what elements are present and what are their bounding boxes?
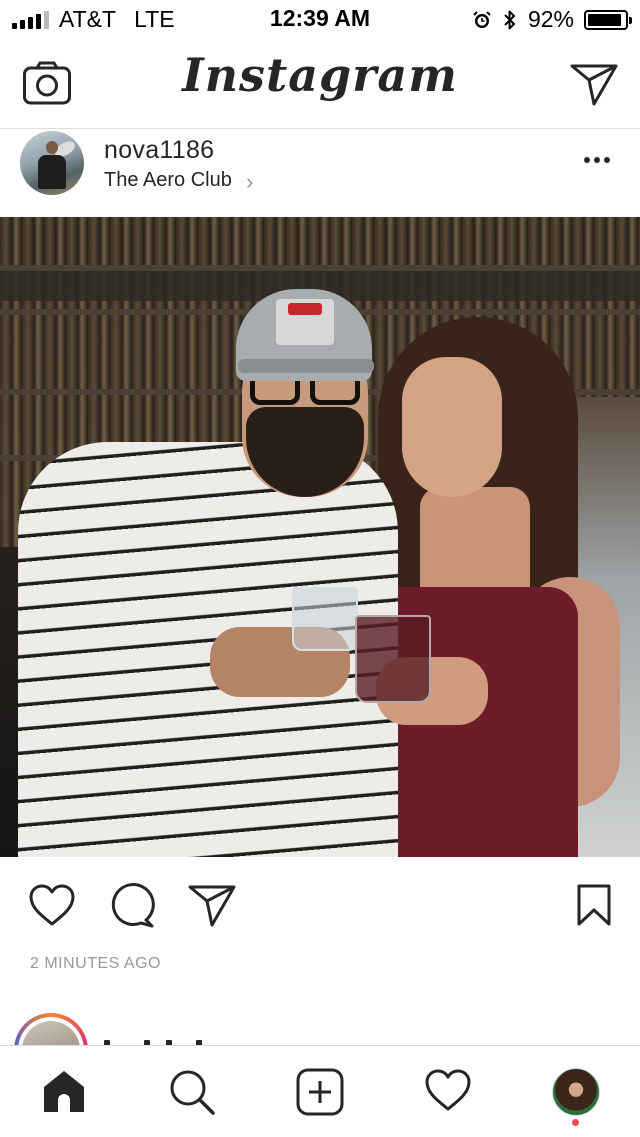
tab-search[interactable] — [168, 1068, 216, 1121]
post-timestamp: 2 MINUTES AGO — [30, 955, 161, 972]
profile-notification-dot — [572, 1119, 579, 1126]
home-icon — [44, 1071, 84, 1112]
bottom-tab-bar — [0, 1045, 640, 1137]
comment-button[interactable] — [108, 883, 156, 934]
direct-message-icon — [570, 64, 618, 106]
like-icon — [29, 884, 75, 926]
chevron-right-icon: › — [246, 169, 254, 194]
status-bar: AT&T LTE 12:39 AM 92% — [0, 0, 640, 40]
network-label: LTE — [134, 6, 175, 32]
bluetooth-icon — [504, 10, 515, 29]
tab-home[interactable] — [40, 1068, 88, 1119]
activity-icon — [425, 1069, 471, 1111]
more-options-icon[interactable] — [584, 157, 610, 163]
new-post-icon — [296, 1068, 344, 1116]
post-photo[interactable] — [0, 217, 640, 857]
battery-icon — [584, 9, 632, 30]
profile-avatar[interactable] — [552, 1068, 600, 1116]
tab-new-post[interactable] — [296, 1068, 344, 1121]
post-actions — [0, 857, 640, 953]
comment-icon — [111, 883, 155, 928]
save-icon — [577, 884, 611, 926]
like-button[interactable] — [28, 883, 76, 932]
share-icon — [188, 885, 236, 927]
post-username[interactable]: nova1186 — [104, 136, 214, 165]
direct-message-button[interactable] — [570, 62, 618, 111]
status-right: 92% — [472, 6, 632, 33]
user-avatar[interactable] — [20, 131, 84, 195]
post-location[interactable]: The Aero Club — [104, 169, 232, 192]
search-icon — [170, 1070, 215, 1115]
signal-icon — [12, 10, 49, 29]
alarm-icon — [473, 10, 491, 28]
app-header: Instagram — [0, 40, 640, 129]
post-header: nova1186 The Aero Club › — [0, 129, 640, 217]
instagram-logo: Instagram — [182, 48, 458, 102]
carrier-label: AT&T — [59, 6, 117, 32]
status-left: AT&T LTE — [12, 6, 175, 33]
battery-percent: 92% — [527, 6, 574, 32]
tab-activity[interactable] — [424, 1068, 472, 1117]
share-button[interactable] — [188, 883, 236, 932]
battery-level — [588, 13, 621, 26]
save-button[interactable] — [576, 883, 612, 932]
